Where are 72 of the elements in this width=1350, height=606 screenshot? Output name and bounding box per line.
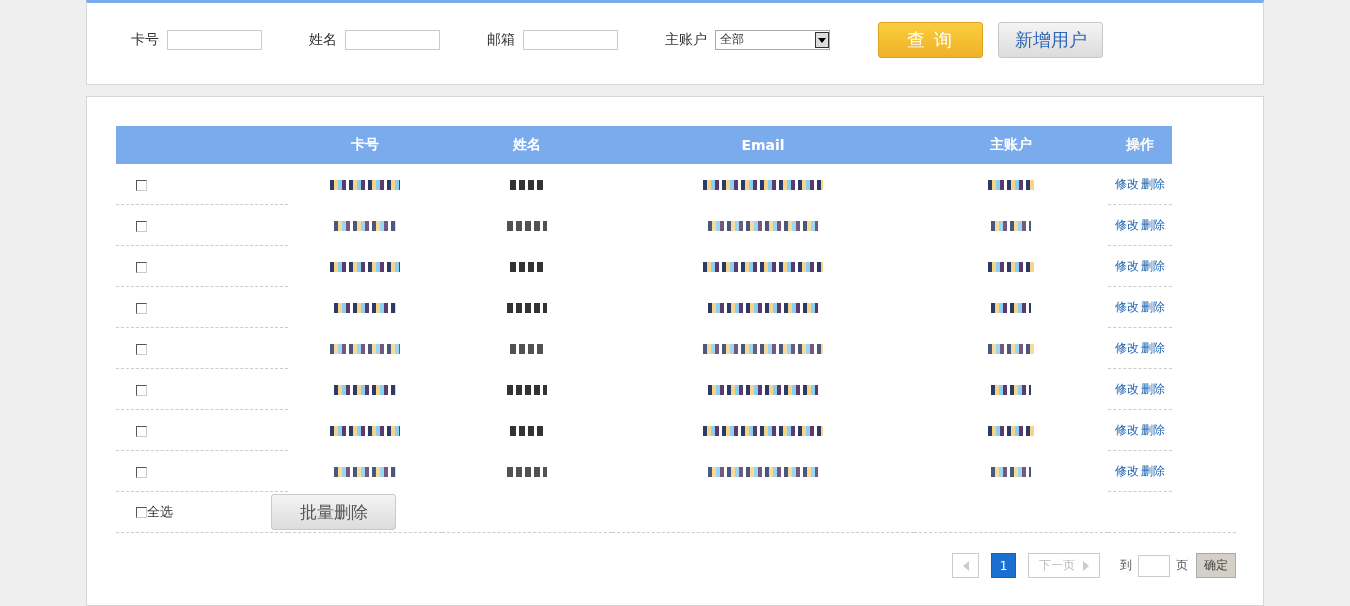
- field-label: 邮箱: [487, 30, 515, 49]
- redacted-block: [510, 180, 544, 191]
- left-triangle-icon: [962, 560, 969, 571]
- edit-link[interactable]: 修改: [1115, 463, 1139, 478]
- redacted-block: [510, 344, 544, 354]
- page-unit-label: 页: [1176, 557, 1188, 574]
- column-header: 卡号: [351, 136, 379, 152]
- redacted-block: [330, 426, 400, 436]
- redacted-block: [510, 426, 544, 436]
- redacted-block: [507, 467, 547, 477]
- column-header: 操作: [1126, 136, 1154, 152]
- delete-link[interactable]: 删除: [1141, 299, 1165, 314]
- edit-link[interactable]: 修改: [1115, 217, 1139, 232]
- redacted-block: [330, 180, 400, 191]
- edit-link[interactable]: 修改: [1115, 381, 1139, 396]
- row-checkbox[interactable]: [136, 466, 147, 478]
- right-triangle-icon: [1083, 560, 1089, 571]
- field-label: 卡号: [131, 30, 159, 49]
- column-header: Email: [741, 137, 785, 153]
- redacted-block: [988, 262, 1034, 272]
- select-all-checkbox[interactable]: [136, 506, 147, 518]
- row-checkbox[interactable]: [136, 343, 147, 355]
- edit-link[interactable]: 修改: [1115, 340, 1139, 355]
- select-all-label: 全选: [147, 503, 173, 521]
- redacted-block: [334, 385, 396, 395]
- edit-link[interactable]: 修改: [1115, 258, 1139, 273]
- redacted-block: [330, 262, 400, 272]
- row-checkbox[interactable]: [136, 384, 147, 396]
- field-label: 主账户: [665, 30, 707, 49]
- delete-link[interactable]: 删除: [1141, 217, 1165, 232]
- field-label: 姓名: [309, 30, 337, 49]
- redacted-block: [991, 303, 1031, 313]
- redacted-block: [507, 221, 547, 231]
- page-button[interactable]: 1: [991, 553, 1016, 578]
- redacted-block: [991, 221, 1031, 231]
- redacted-block: [507, 385, 547, 395]
- redacted-block: [991, 385, 1031, 395]
- redacted-block: [334, 467, 396, 477]
- delete-link[interactable]: 删除: [1141, 381, 1165, 396]
- redacted-block: [988, 180, 1034, 191]
- redacted-block: [334, 303, 396, 313]
- edit-link[interactable]: 修改: [1115, 299, 1139, 314]
- edit-link[interactable]: 修改: [1115, 176, 1139, 191]
- redacted-block: [334, 221, 396, 231]
- batch-delete-button[interactable]: 批量删除: [271, 494, 396, 530]
- row-checkbox[interactable]: [136, 220, 147, 232]
- goto-label: 到: [1120, 557, 1132, 574]
- redacted-block: [510, 262, 544, 272]
- add-user-button[interactable]: 新增用户: [998, 21, 1103, 58]
- edit-link[interactable]: 修改: [1115, 422, 1139, 437]
- redacted-block: [988, 426, 1034, 436]
- page-input-field[interactable]: [1138, 554, 1170, 577]
- redacted-block: [507, 303, 547, 313]
- input-field[interactable]: [345, 29, 440, 50]
- redacted-block: [988, 344, 1034, 354]
- delete-link[interactable]: 删除: [1141, 258, 1165, 273]
- input-field[interactable]: [167, 29, 262, 50]
- redacted-block: [330, 344, 400, 354]
- row-checkbox[interactable]: [136, 261, 147, 273]
- column-header: 主账户: [990, 136, 1032, 152]
- delete-link[interactable]: 删除: [1141, 176, 1165, 191]
- delete-link[interactable]: 删除: [1141, 340, 1165, 355]
- row-checkbox[interactable]: [136, 302, 147, 314]
- confirm-button[interactable]: 确定: [1196, 553, 1236, 578]
- delete-link[interactable]: 删除: [1141, 463, 1165, 478]
- row-checkbox[interactable]: [136, 425, 147, 437]
- row-checkbox[interactable]: [136, 179, 147, 191]
- column-header: 姓名: [513, 136, 541, 152]
- account-dropdown[interactable]: 全部: [715, 29, 830, 50]
- redacted-block: [991, 467, 1031, 477]
- delete-link[interactable]: 删除: [1141, 422, 1165, 437]
- input-field[interactable]: [523, 29, 618, 50]
